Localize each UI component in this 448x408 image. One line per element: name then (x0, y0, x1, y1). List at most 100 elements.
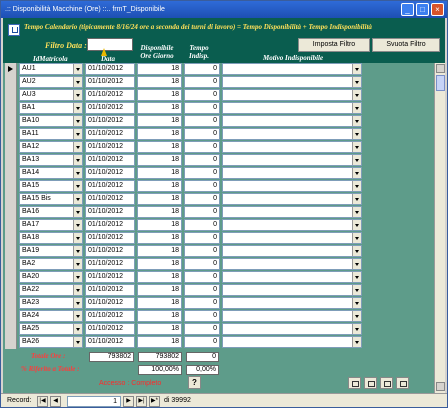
avail-hours-cell[interactable]: 18 (137, 115, 182, 127)
avail-hours-cell[interactable]: 18 (137, 193, 182, 205)
row-selector[interactable] (5, 245, 17, 258)
reason-select[interactable] (222, 271, 362, 283)
unavail-time-cell[interactable]: 0 (184, 167, 220, 179)
date-cell[interactable]: 01/10/2012 (85, 245, 135, 257)
avail-hours-cell[interactable]: 18 (137, 219, 182, 231)
filter-date-input[interactable] (87, 38, 133, 51)
reason-select[interactable] (222, 76, 362, 88)
unavail-time-cell[interactable]: 0 (184, 128, 220, 140)
reason-select[interactable] (222, 336, 362, 348)
date-cell[interactable]: 01/10/2012 (85, 63, 135, 75)
chevron-down-icon[interactable] (352, 142, 361, 152)
chevron-down-icon[interactable] (73, 116, 82, 126)
row-selector[interactable] (5, 297, 17, 310)
exit-icon[interactable] (396, 377, 409, 389)
chevron-down-icon[interactable] (73, 168, 82, 178)
row-selector[interactable] (5, 232, 17, 245)
chevron-down-icon[interactable] (352, 285, 361, 295)
chevron-down-icon[interactable] (352, 64, 361, 74)
unavail-time-cell[interactable]: 0 (184, 271, 220, 283)
unavail-time-cell[interactable]: 0 (184, 115, 220, 127)
table-row[interactable]: BA20 01/10/2012 18 0 (3, 271, 445, 284)
reason-select[interactable] (222, 284, 362, 296)
avail-hours-cell[interactable]: 18 (137, 206, 182, 218)
new-record-icon[interactable]: ▶* (149, 396, 160, 407)
avail-hours-cell[interactable]: 18 (137, 310, 182, 322)
delete-icon[interactable] (380, 377, 393, 389)
chevron-down-icon[interactable] (73, 259, 82, 269)
unavail-time-cell[interactable]: 0 (184, 154, 220, 166)
chevron-down-icon[interactable] (352, 272, 361, 282)
table-row[interactable]: BA2 01/10/2012 18 0 (3, 258, 445, 271)
date-cell[interactable]: 01/10/2012 (85, 206, 135, 218)
row-selector[interactable] (5, 76, 17, 89)
close-button[interactable]: × (431, 3, 444, 16)
avail-hours-cell[interactable]: 18 (137, 128, 182, 140)
unavail-time-cell[interactable]: 0 (184, 245, 220, 257)
date-cell[interactable]: 01/10/2012 (85, 89, 135, 101)
row-selector[interactable] (5, 115, 17, 128)
date-cell[interactable]: 01/10/2012 (85, 167, 135, 179)
chevron-down-icon[interactable] (352, 181, 361, 191)
row-selector[interactable] (5, 206, 17, 219)
date-cell[interactable]: 01/10/2012 (85, 219, 135, 231)
reason-select[interactable] (222, 115, 362, 127)
row-selector[interactable] (5, 180, 17, 193)
reason-select[interactable] (222, 102, 362, 114)
table-row[interactable]: BA16 01/10/2012 18 0 (3, 206, 445, 219)
unavail-time-cell[interactable]: 0 (184, 336, 220, 348)
record-number-input[interactable]: 1 (67, 396, 121, 407)
table-row[interactable]: BA17 01/10/2012 18 0 (3, 219, 445, 232)
chevron-down-icon[interactable] (352, 233, 361, 243)
date-cell[interactable]: 01/10/2012 (85, 271, 135, 283)
chevron-down-icon[interactable] (352, 220, 361, 230)
chevron-down-icon[interactable] (73, 77, 82, 87)
unavail-time-cell[interactable]: 0 (184, 180, 220, 192)
date-cell[interactable]: 01/10/2012 (85, 180, 135, 192)
help-button[interactable]: ? (188, 376, 201, 389)
unavail-time-cell[interactable]: 0 (184, 102, 220, 114)
table-row[interactable]: BA22 01/10/2012 18 0 (3, 284, 445, 297)
chevron-down-icon[interactable] (73, 90, 82, 100)
date-cell[interactable]: 01/10/2012 (85, 297, 135, 309)
row-selector[interactable] (5, 128, 17, 141)
clear-filter-button[interactable]: Svuota Filtro (372, 38, 440, 52)
chevron-down-icon[interactable] (73, 285, 82, 295)
reason-select[interactable] (222, 141, 362, 153)
row-selector[interactable] (5, 89, 17, 102)
avail-hours-cell[interactable]: 18 (137, 271, 182, 283)
row-selector[interactable] (5, 258, 17, 271)
maximize-button[interactable]: □ (416, 3, 429, 16)
avail-hours-cell[interactable]: 18 (137, 102, 182, 114)
avail-hours-cell[interactable]: 18 (137, 245, 182, 257)
date-cell[interactable]: 01/10/2012 (85, 141, 135, 153)
avail-hours-cell[interactable]: 18 (137, 154, 182, 166)
row-selector[interactable] (5, 102, 17, 115)
edit-record-icon[interactable] (364, 377, 377, 389)
table-row[interactable]: BA13 01/10/2012 18 0 (3, 154, 445, 167)
avail-hours-cell[interactable]: 18 (137, 141, 182, 153)
avail-hours-cell[interactable]: 18 (137, 323, 182, 335)
chevron-down-icon[interactable] (73, 233, 82, 243)
reason-select[interactable] (222, 297, 362, 309)
chevron-down-icon[interactable] (73, 142, 82, 152)
chevron-down-icon[interactable] (352, 324, 361, 334)
unavail-time-cell[interactable]: 0 (184, 219, 220, 231)
chevron-down-icon[interactable] (352, 259, 361, 269)
date-cell[interactable]: 01/10/2012 (85, 232, 135, 244)
unavail-time-cell[interactable]: 0 (184, 258, 220, 270)
reason-select[interactable] (222, 180, 362, 192)
table-row[interactable]: BA25 01/10/2012 18 0 (3, 323, 445, 336)
chevron-down-icon[interactable] (352, 337, 361, 347)
unavail-time-cell[interactable]: 0 (184, 76, 220, 88)
set-filter-button[interactable]: Imposta Filtro (298, 38, 370, 52)
reason-select[interactable] (222, 89, 362, 101)
chevron-down-icon[interactable] (352, 194, 361, 204)
undo-icon[interactable] (348, 377, 361, 389)
chevron-down-icon[interactable] (352, 90, 361, 100)
reason-select[interactable] (222, 245, 362, 257)
table-row[interactable]: BA14 01/10/2012 18 0 (3, 167, 445, 180)
chevron-down-icon[interactable] (73, 246, 82, 256)
table-row[interactable]: BA11 01/10/2012 18 0 (3, 128, 445, 141)
table-row[interactable]: BA24 01/10/2012 18 0 (3, 310, 445, 323)
